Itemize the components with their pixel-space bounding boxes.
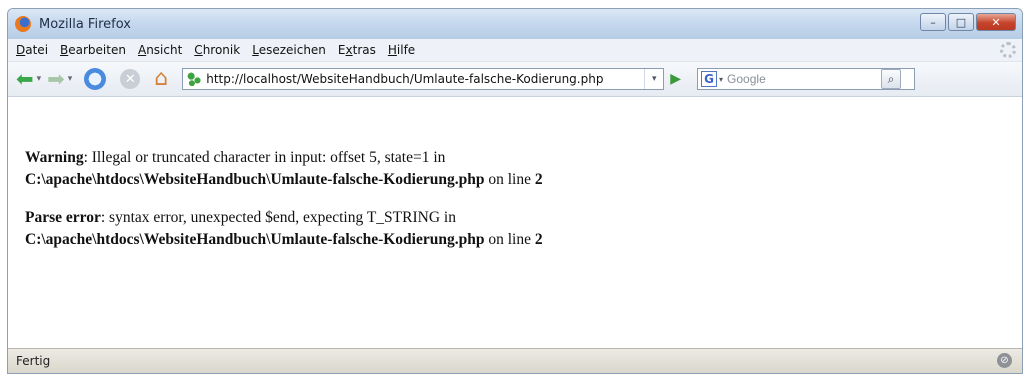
menu-ansicht-hotkey: A: [137, 43, 147, 57]
menu-bearbeiten-label: earbeiten: [68, 43, 126, 57]
search-icon[interactable]: ⌕: [881, 69, 902, 89]
menu-datei-hotkey: D: [16, 43, 26, 57]
firefox-icon: [15, 16, 31, 32]
throbber-icon: [1000, 42, 1016, 58]
home-icon[interactable]: ⌂: [154, 68, 168, 90]
security-status-icon[interactable]: ⊘: [997, 353, 1012, 368]
reload-icon[interactable]: [84, 68, 107, 90]
back-history-dropdown-icon[interactable]: ▾: [37, 74, 42, 84]
page-content: Warning: Illegal or truncated character …: [8, 97, 1022, 349]
window-controls: – □ ✕: [918, 13, 1016, 31]
parse-error-path: C:\apache\htdocs\WebsiteHandbuch\Umlaute…: [25, 231, 485, 248]
url-text[interactable]: http://localhost/WebsiteHandbuch/Umlaute…: [206, 72, 603, 86]
warning-on-line: on line: [484, 171, 535, 188]
back-icon[interactable]: ⬅: [16, 68, 34, 90]
parse-error-text: : syntax error, unexpected $end, expecti…: [100, 209, 456, 226]
parse-error-line-number: 2: [534, 231, 543, 248]
menu-chronik-label: hronik: [202, 43, 241, 57]
menu-lesezeichen[interactable]: Lesezeichen: [252, 43, 326, 57]
browser-window: Mozilla Firefox – □ ✕ Datei Bearbeiten A…: [7, 8, 1023, 374]
status-text: Fertig: [16, 354, 51, 368]
title-bar[interactable]: Mozilla Firefox – □ ✕: [8, 9, 1022, 39]
warning-line-number: 2: [534, 171, 543, 188]
menu-chronik[interactable]: Chronik: [194, 43, 240, 57]
menu-bar: Datei Bearbeiten Ansicht Chronik Lesezei…: [8, 39, 1022, 62]
warning-path: C:\apache\htdocs\WebsiteHandbuch\Umlaute…: [25, 171, 485, 188]
stop-icon[interactable]: ✕: [120, 69, 141, 89]
search-bar: G ▾ ⌕: [697, 68, 916, 90]
url-bar[interactable]: http://localhost/WebsiteHandbuch/Umlaute…: [182, 68, 665, 90]
google-engine-icon[interactable]: G: [701, 71, 718, 87]
warning-text: : Illegal or truncated character in inpu…: [83, 149, 446, 166]
menu-extras-hotkey: x: [345, 43, 353, 57]
menu-hilfe-hotkey: H: [387, 43, 397, 57]
forward-history-dropdown-icon[interactable]: ▾: [68, 74, 73, 84]
warning-label: Warning: [25, 149, 84, 166]
close-button[interactable]: ✕: [976, 13, 1016, 31]
parse-error-label: Parse error: [25, 209, 101, 226]
menu-extras-label: tras: [352, 43, 376, 57]
menu-chronik-hotkey: C: [194, 43, 203, 57]
minimize-button[interactable]: –: [920, 13, 946, 31]
menu-bearbeiten[interactable]: Bearbeiten: [60, 43, 126, 57]
maximize-button[interactable]: □: [948, 13, 974, 31]
menu-datei[interactable]: Datei: [16, 43, 48, 57]
menu-hilfe-label: ilfe: [396, 43, 416, 57]
menu-datei-label: atei: [25, 43, 49, 57]
search-input[interactable]: [727, 72, 878, 86]
url-dropdown-icon[interactable]: ▾: [644, 69, 663, 89]
menu-hilfe[interactable]: Hilfe: [388, 43, 415, 57]
menu-ansicht-label: nsicht: [146, 43, 183, 57]
site-favicon-icon: [187, 72, 202, 86]
menu-extras-prefix: E: [337, 43, 346, 57]
navigation-toolbar: ⬅ ▾ ➡ ▾ ✕ ⌂ http://localhost/WebsiteHand…: [8, 62, 1022, 97]
menu-extras[interactable]: Extras: [338, 43, 376, 57]
status-bar: Fertig ⊘: [8, 348, 1022, 373]
go-icon[interactable]: ▶: [670, 71, 681, 87]
parse-error-on-line: on line: [484, 231, 535, 248]
menu-lesezeichen-label: esezeichen: [258, 43, 326, 57]
window-title: Mozilla Firefox: [39, 16, 131, 32]
forward-icon[interactable]: ➡: [47, 68, 65, 90]
search-engine-dropdown-icon[interactable]: ▾: [719, 75, 723, 84]
menu-ansicht[interactable]: Ansicht: [138, 43, 182, 57]
php-warning: Warning: Illegal or truncated character …: [25, 147, 1022, 191]
php-parse-error: Parse error: syntax error, unexpected $e…: [25, 207, 1022, 251]
